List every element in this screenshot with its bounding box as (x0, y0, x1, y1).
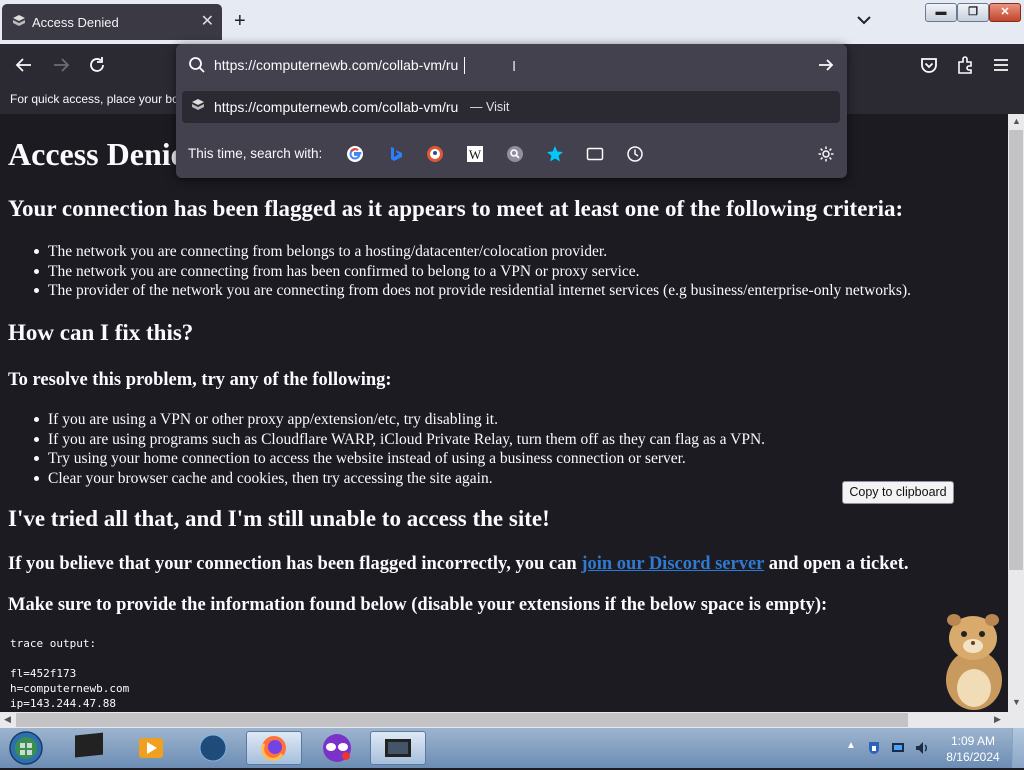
taskbar-app-terminal[interactable] (61, 731, 117, 765)
taskbar-app-media-player[interactable] (123, 731, 179, 765)
scroll-down-arrow-icon[interactable]: ▼ (1012, 697, 1021, 707)
back-icon[interactable] (13, 54, 35, 76)
tab-close-icon[interactable]: ✕ (201, 11, 214, 31)
url-input[interactable]: https://computernewb.com/collab-vm/ru (214, 57, 458, 73)
taskbar-app-globe[interactable] (185, 731, 241, 765)
new-tab-button[interactable]: + (234, 10, 246, 33)
window-close-button[interactable]: ✕ (989, 3, 1021, 22)
pocket-icon[interactable] (918, 54, 940, 76)
site-favicon-icon (192, 99, 204, 110)
forward-icon[interactable] (50, 54, 72, 76)
firefox-icon (261, 736, 286, 761)
fix-list: If you are using a VPN or other proxy ap… (33, 410, 766, 489)
svg-text:W: W (469, 147, 482, 162)
list-item: If you are using a VPN or other proxy ap… (33, 410, 765, 430)
bookmarks-hint: For quick access, place your bo (10, 92, 178, 106)
trace-spacer (10, 651, 129, 666)
trace-label: trace output: (10, 637, 97, 650)
fix-heading: How can I fix this? (8, 320, 194, 345)
extensions-icon[interactable] (954, 54, 976, 76)
page-content: Access Denied Your connection has been f… (0, 114, 1008, 712)
horizontal-scroll-thumb[interactable] (16, 713, 908, 727)
gear-icon[interactable] (817, 145, 835, 163)
copy-to-clipboard-button[interactable]: Copy to clipboard (842, 481, 954, 504)
taskbar-app-firefox[interactable] (246, 731, 302, 765)
scrollbar-corner (1008, 712, 1024, 728)
still-unable-heading: I've tried all that, and I'm still unabl… (8, 506, 550, 531)
wikipedia-icon[interactable]: W (466, 145, 484, 163)
bing-icon[interactable] (386, 145, 404, 163)
search-icon (189, 57, 205, 73)
taskbar-app-mask[interactable] (309, 731, 365, 765)
window-minimize-button[interactable]: ▬ (925, 3, 957, 22)
list-item: The network you are connecting from belo… (34, 242, 911, 262)
criteria-list: The network you are connecting from belo… (34, 242, 911, 301)
mouse-ibeam-cursor-icon: I (512, 58, 517, 75)
clock-time: 1:09 AM (950, 734, 996, 748)
app-window-icon (385, 739, 411, 757)
go-arrow-icon[interactable] (816, 55, 836, 75)
google-icon[interactable] (346, 145, 364, 163)
hamster-sticker-icon (946, 614, 1002, 710)
vertical-scroll-thumb[interactable] (1009, 130, 1023, 570)
discord-paragraph: If you believe that your connection has … (8, 554, 909, 575)
trace-line: fl=452f173 (10, 667, 77, 680)
tab-title: Access Denied (32, 15, 119, 30)
tray-security-icon[interactable] (866, 740, 882, 756)
list-item: The network you are connecting from has … (34, 262, 911, 282)
trace-line: h=computernewb.com (10, 682, 130, 695)
discord-text-before: If you believe that your connection has … (8, 554, 582, 574)
discord-text-after: and open a ticket. (764, 554, 909, 574)
provide-info-paragraph: Make sure to provide the information fou… (8, 595, 828, 615)
terminal-box-icon (75, 732, 103, 758)
search-engine-icon[interactable] (506, 145, 524, 163)
tray-network-icon[interactable] (890, 740, 906, 756)
scroll-up-arrow-icon[interactable]: ▲ (1012, 116, 1021, 126)
page-title: Access Denied (8, 136, 203, 172)
taskbar-app-window[interactable] (370, 731, 426, 765)
clock-date: 8/16/2024 (946, 750, 1000, 764)
site-favicon-icon (13, 15, 25, 26)
list-item: The provider of the network you are conn… (34, 282, 911, 299)
scroll-right-arrow-icon[interactable]: ▶ (994, 714, 1001, 725)
resolve-subheading: To resolve this problem, try any of the … (8, 370, 392, 390)
mask-app-icon (323, 734, 351, 762)
bookmarks-star-icon[interactable] (546, 145, 564, 163)
reload-icon[interactable] (86, 54, 108, 76)
list-item: Clear your browser cache and cookies, th… (33, 469, 765, 489)
media-player-icon (139, 738, 163, 758)
suggestion-action: — Visit (470, 100, 510, 114)
criteria-heading: Your connection has been flagged as it a… (8, 196, 904, 221)
tray-volume-icon[interactable] (914, 740, 930, 756)
history-clock-icon[interactable] (626, 145, 644, 163)
tabs-icon[interactable] (586, 145, 604, 163)
window-maximize-button[interactable]: ❐ (957, 3, 989, 22)
suggestion-url: https://computernewb.com/collab-vm/ru (214, 99, 459, 115)
duckduckgo-icon[interactable] (426, 145, 444, 163)
trace-line: ip=143.244.47.88 (10, 697, 116, 710)
list-item: If you are using programs such as Cloudf… (33, 430, 766, 448)
taskbar-clock[interactable]: 1:09 AM 8/16/2024 (940, 733, 1006, 765)
menu-icon[interactable] (990, 54, 1012, 76)
search-with-label: This time, search with: (188, 146, 323, 161)
start-orb-icon[interactable] (8, 730, 44, 766)
show-desktop-button[interactable] (1012, 728, 1024, 768)
globe-icon (199, 734, 227, 762)
trace-output: trace output: fl=452f173 h=computernewb.c… (10, 636, 129, 711)
list-all-tabs-icon[interactable] (854, 10, 874, 30)
discord-link[interactable]: join our Discord server (581, 554, 764, 574)
tab-access-denied[interactable]: Access Denied ✕ (2, 4, 222, 40)
scroll-left-arrow-icon[interactable]: ◀ (4, 714, 11, 725)
list-item: Try using your home connection to access… (33, 449, 765, 469)
tray-expand-icon[interactable]: ▲ (846, 740, 856, 751)
text-caret (464, 57, 465, 74)
